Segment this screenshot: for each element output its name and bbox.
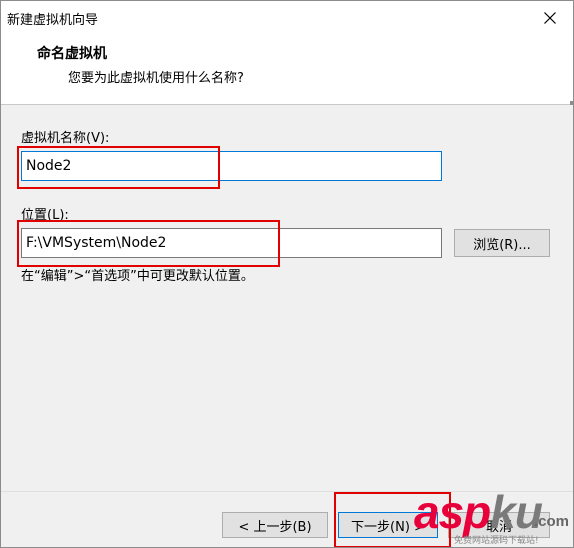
location-label: 位置(L): bbox=[21, 208, 69, 223]
vm-name-label: 虚拟机名称(V): bbox=[21, 131, 110, 146]
new-vm-wizard-window: 新建虚拟机向导 命名虚拟机 您要为此虚拟机使用什么名称? 虚拟机名称(V): N… bbox=[0, 0, 574, 548]
location-hint: 在“编辑”>“首选项”中可更改默认位置。 bbox=[21, 269, 254, 284]
wizard-footer: < 上一步(B) 下一步(N) > 取消 bbox=[1, 491, 573, 547]
wizard-header: 命名虚拟机 您要为此虚拟机使用什么名称? bbox=[1, 34, 573, 105]
close-button[interactable] bbox=[527, 1, 573, 34]
vm-name-input[interactable]: Node2 bbox=[21, 151, 442, 181]
browse-button[interactable]: 浏览(R)... bbox=[454, 229, 550, 257]
close-icon bbox=[544, 11, 556, 24]
window-title: 新建虚拟机向导 bbox=[7, 13, 99, 28]
next-button[interactable]: 下一步(N) > bbox=[338, 512, 438, 538]
page-subtitle: 您要为此虚拟机使用什么名称? bbox=[68, 71, 244, 86]
title-bar: 新建虚拟机向导 bbox=[1, 1, 573, 34]
cancel-button[interactable]: 取消 bbox=[448, 512, 550, 538]
back-button[interactable]: < 上一步(B) bbox=[222, 512, 328, 538]
location-input[interactable]: F:\VMSystem\Node2 bbox=[21, 228, 442, 258]
wizard-body: 虚拟机名称(V): Node2 位置(L): F:\VMSystem\Node2… bbox=[1, 105, 573, 491]
page-title: 命名虚拟机 bbox=[37, 46, 107, 62]
